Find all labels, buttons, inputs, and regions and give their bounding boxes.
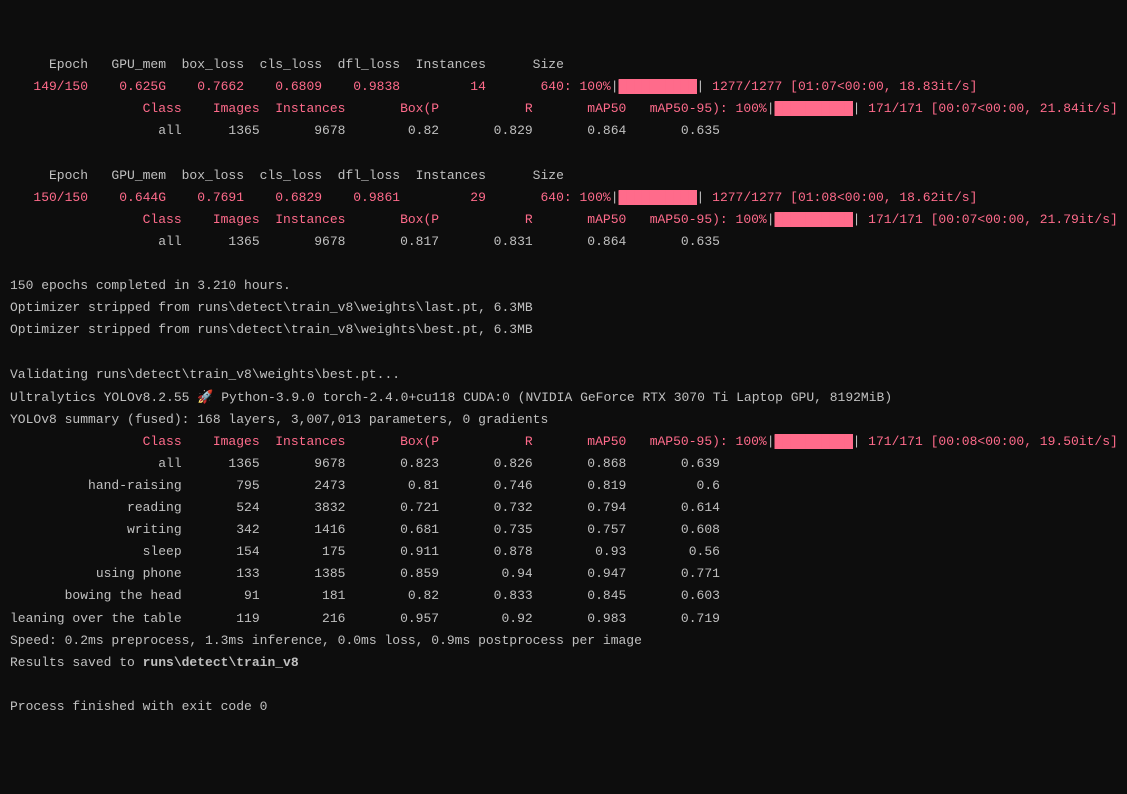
terminal-output: Epoch GPU_mem box_loss cls_loss dfl_loss…	[10, 54, 1117, 718]
